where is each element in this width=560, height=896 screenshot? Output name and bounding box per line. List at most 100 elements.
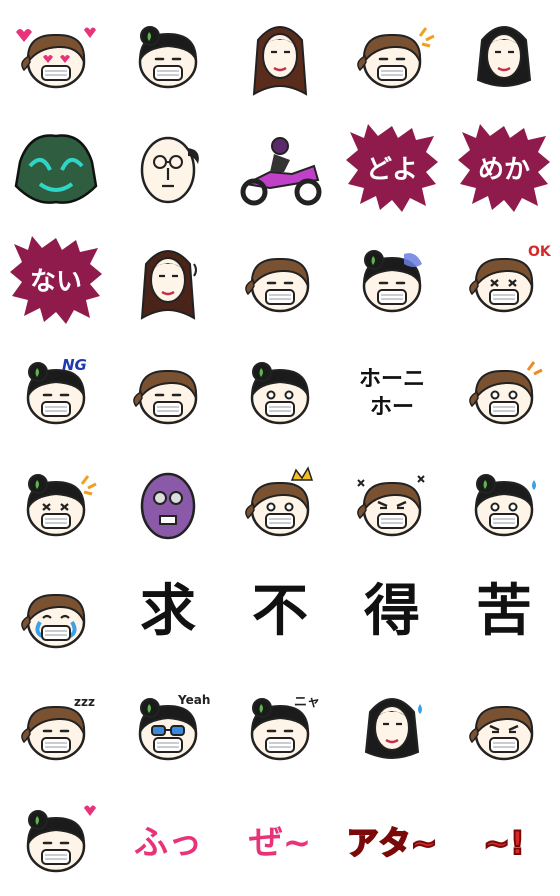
burst-text-doyo-icon: どよ [346, 124, 438, 212]
pink-text-ze-icon: ぜ~ [249, 823, 312, 863]
sticker-cell[interactable]: OK [448, 224, 560, 336]
sticker-cell[interactable] [224, 112, 336, 224]
bun-girl-shout-icon [26, 474, 97, 537]
bun-girl-sweat-icon [474, 474, 536, 537]
sticker-sheet: どよ めか ない OK NG ホーニ ホー 求不得苦 zzz Yeah ニャふっ ぜ~ アタ~ ~… [0, 0, 560, 896]
sticker-cell[interactable] [336, 224, 448, 336]
hoo-hoo-text-icon: ホーニ ホー [359, 367, 425, 420]
long-hair-woman-tired-icon [140, 250, 197, 320]
brown-hair-girl-sleep-zzz-icon: zzz [21, 695, 95, 761]
brown-hair-girl-surprised-icon [469, 361, 543, 425]
sticker-cell[interactable]: どよ [336, 112, 448, 224]
sticker-cell[interactable] [224, 448, 336, 560]
svg-text:ホーニ: ホーニ [359, 367, 425, 392]
svg-text:ぜ~: ぜ~ [249, 823, 312, 863]
brown-hair-girl-angry-icon [357, 475, 425, 537]
sticker-cell[interactable] [112, 448, 224, 560]
sticker-cell[interactable]: ない [0, 224, 112, 336]
sticker-cell[interactable] [224, 224, 336, 336]
sticker-cell[interactable]: ~! [448, 784, 560, 896]
sticker-cell[interactable] [336, 0, 448, 112]
sticker-cell[interactable]: zzz [0, 672, 112, 784]
sticker-cell[interactable]: 苦 [448, 560, 560, 672]
sticker-cell[interactable]: めか [448, 112, 560, 224]
sticker-cell[interactable] [112, 336, 224, 448]
sticker-cell[interactable] [0, 112, 112, 224]
bun-girl-sleepy-icon [250, 362, 310, 425]
long-hair-woman-portrait-icon [252, 26, 308, 96]
sticker-cell[interactable]: 得 [336, 560, 448, 672]
svg-text:ふっ: ふっ [134, 823, 202, 863]
bun-girl-love-icon [26, 805, 96, 873]
sticker-cell[interactable]: 求 [112, 560, 224, 672]
sticker-cell[interactable]: ホーニ ホー [336, 336, 448, 448]
burst-text-meka-icon: めか [458, 124, 550, 212]
red-text-ata-icon: アタ~ [346, 823, 439, 863]
svg-text:ニャ: ニャ [294, 695, 320, 710]
black-hair-woman-sweat-icon [364, 698, 422, 760]
sticker-cell[interactable] [0, 448, 112, 560]
sticker-cell[interactable]: アタ~ [336, 784, 448, 896]
svg-text:苦: 苦 [476, 579, 532, 644]
sticker-cell[interactable] [448, 672, 560, 784]
sticker-cell[interactable] [112, 0, 224, 112]
svg-text:得: 得 [364, 579, 420, 644]
sticker-cell[interactable] [448, 448, 560, 560]
bun-girl-neutral-icon [138, 26, 198, 89]
svg-text:ホー: ホー [370, 395, 414, 420]
purple-face-man-icon [140, 472, 196, 540]
kanji-text-icon: 求 [140, 579, 196, 644]
svg-text:OK: OK [528, 244, 552, 260]
svg-text:ない: ない [30, 267, 82, 297]
kanji-text-icon: 不 [252, 579, 308, 644]
sticker-cell[interactable] [448, 0, 560, 112]
bun-girl-cold-icon [362, 250, 422, 313]
bun-girl-sunglasses-yeah-icon: Yeah [138, 693, 210, 761]
svg-text:めか: めか [478, 155, 530, 185]
sticker-cell[interactable] [448, 336, 560, 448]
bald-man-glasses-icon [140, 136, 199, 204]
sticker-cell[interactable]: Yeah [112, 672, 224, 784]
sticker-cell[interactable]: ニャ [224, 672, 336, 784]
sticker-cell[interactable] [0, 784, 112, 896]
brown-hair-girl-heart-eyes-icon [16, 27, 96, 89]
brown-hair-girl-smug-icon [469, 705, 534, 761]
sticker-cell[interactable] [336, 448, 448, 560]
svg-text:求: 求 [140, 579, 196, 644]
svg-text:zzz: zzz [74, 695, 95, 709]
sticker-cell[interactable] [224, 0, 336, 112]
sticker-cell[interactable] [336, 672, 448, 784]
sticker-cell[interactable] [0, 0, 112, 112]
bun-girl-ng-icon: NG [26, 356, 87, 425]
sticker-cell[interactable] [112, 112, 224, 224]
brown-hair-girl-ok-icon: OK [469, 244, 552, 313]
red-text-exclaim-icon: ~! [482, 823, 525, 863]
brown-hair-girl-plain-icon [133, 369, 198, 425]
sticker-grid: どよ めか ない OK NG ホーニ ホー 求不得苦 zzz Yeah ニャふっ ぜ~ アタ~ ~… [0, 0, 560, 896]
sticker-cell[interactable]: ふっ [112, 784, 224, 896]
svg-text:どよ: どよ [366, 155, 418, 185]
sticker-cell[interactable]: NG [0, 336, 112, 448]
purple-motorbike-rider-icon [240, 137, 322, 206]
black-hair-woman-smile-icon [476, 26, 532, 88]
brown-hair-girl-crying-icon [21, 593, 86, 649]
svg-text:NG: NG [62, 356, 87, 374]
bun-girl-nya-icon: ニャ [250, 695, 320, 761]
brown-hair-girl-neutral-icon [245, 257, 310, 313]
svg-text:Yeah: Yeah [177, 693, 210, 707]
sticker-cell[interactable] [112, 224, 224, 336]
kanji-text-icon: 得 [364, 579, 420, 644]
svg-text:アタ~: アタ~ [347, 824, 438, 862]
sticker-cell[interactable] [224, 336, 336, 448]
ponytail-girl-sparkle-icon [357, 27, 435, 89]
brown-hair-girl-crown-icon [245, 466, 314, 537]
svg-text:不: 不 [252, 579, 308, 644]
sticker-cell[interactable] [0, 560, 112, 672]
burst-text-nai-icon: ない [10, 236, 102, 324]
svg-text:~!: ~! [483, 824, 524, 862]
pink-text-fu-icon: ふっ [134, 823, 202, 863]
kanji-text-icon: 苦 [476, 579, 532, 644]
sticker-cell[interactable]: ぜ~ [224, 784, 336, 896]
green-demon-mask-icon [14, 134, 98, 204]
sticker-cell[interactable]: 不 [224, 560, 336, 672]
